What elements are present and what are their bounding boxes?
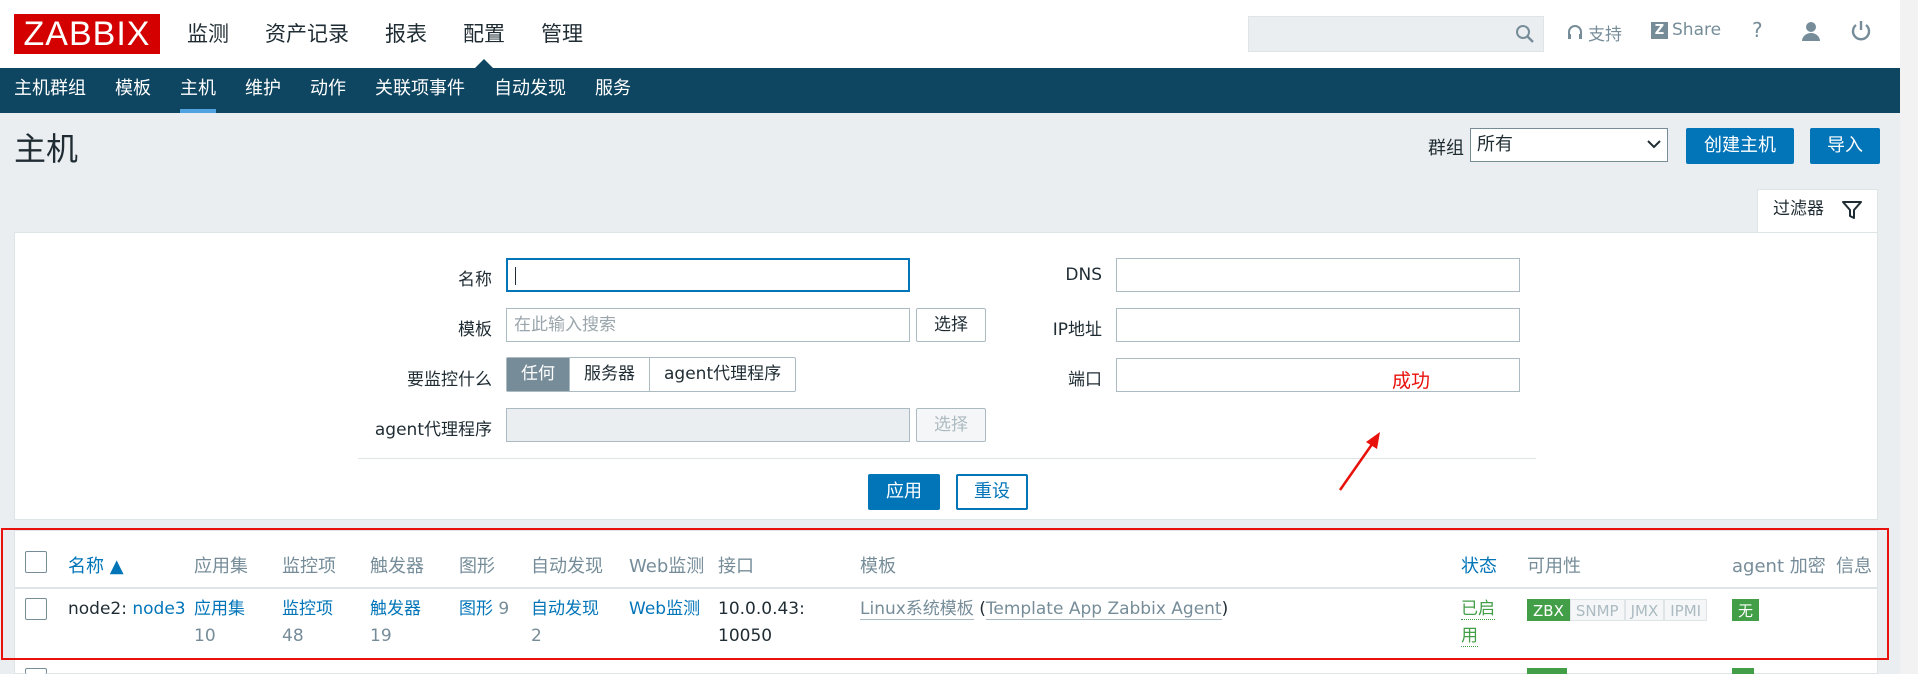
submenu-actions[interactable]: 动作 (310, 68, 346, 113)
filter-port-input[interactable] (1116, 358, 1520, 392)
filter-port-label: 端口 (1068, 370, 1102, 390)
filter-template-input[interactable]: 在此输入搜索 (506, 308, 910, 342)
highlight-box (1, 528, 1889, 660)
submenu-host-groups[interactable]: 主机群组 (14, 68, 86, 113)
menu-configuration[interactable]: 配置 (463, 0, 505, 68)
monitored-by-any[interactable]: 任何 (507, 358, 570, 391)
support-label: 支持 (1588, 25, 1622, 45)
filter-ip-input[interactable] (1116, 308, 1520, 342)
submenu-templates[interactable]: 模板 (115, 68, 151, 113)
page-scrollbar[interactable] (1900, 0, 1918, 674)
filter-panel (14, 232, 1878, 520)
template-select-button[interactable]: 选择 (916, 308, 986, 342)
sub-menu: 主机群组 模板 主机 维护 动作 关联项事件 自动发现 服务 (0, 68, 1918, 113)
help-icon[interactable]: ? (1752, 18, 1763, 42)
page-title: 主机 (14, 130, 79, 168)
filter-reset-button[interactable]: 重设 (956, 474, 1028, 510)
zabbix-logo[interactable]: ZABBIX (14, 14, 160, 54)
filter-dns-label: DNS (1065, 265, 1102, 285)
submenu-maintenance[interactable]: 维护 (245, 68, 281, 113)
filter-dns-input[interactable] (1116, 258, 1520, 292)
filter-icon (1842, 201, 1862, 219)
availability-zbx-badge (1527, 668, 1567, 674)
group-select-value: 所有 (1477, 134, 1513, 155)
filter-name-label: 名称 (458, 270, 492, 290)
filter-monitored-by-label: 要监控什么 (407, 370, 492, 390)
filter-ip-label: IP地址 (1052, 320, 1102, 340)
filter-name-input[interactable] (506, 258, 910, 292)
monitored-by-segmented: 任何 服务器 agent代理程序 (506, 357, 797, 392)
annotation-arrow (1338, 432, 1380, 491)
filter-tab[interactable]: 过滤器 (1757, 189, 1878, 233)
menu-administration[interactable]: 管理 (541, 0, 583, 68)
share-link[interactable]: Z Share (1651, 20, 1721, 40)
group-select[interactable]: 所有 (1470, 128, 1668, 162)
text-cursor (515, 267, 516, 285)
encryption-none-badge (1732, 668, 1754, 674)
support-link[interactable]: 支持 (1566, 20, 1622, 45)
filter-tab-label: 过滤器 (1773, 199, 1824, 219)
proxy-select-button: 选择 (916, 408, 986, 442)
monitored-by-server[interactable]: 服务器 (570, 358, 650, 391)
submenu-event-correlation[interactable]: 关联项事件 (375, 68, 465, 113)
submenu-hosts[interactable]: 主机 (180, 68, 216, 113)
top-header: ZABBIX 监测 资产记录 报表 配置 管理 支持 Z Share ? (0, 0, 1918, 68)
chevron-down-icon (1647, 140, 1661, 149)
search-icon[interactable] (1515, 24, 1535, 44)
import-button[interactable]: 导入 (1810, 128, 1880, 164)
filter-proxy-input (506, 408, 910, 442)
create-host-button[interactable]: 创建主机 (1686, 128, 1794, 164)
menu-reports[interactable]: 报表 (385, 0, 427, 68)
headset-icon (1568, 24, 1582, 39)
submenu-services[interactable]: 服务 (595, 68, 631, 113)
submenu-discovery[interactable]: 自动发现 (494, 68, 566, 113)
menu-monitoring[interactable]: 监测 (187, 0, 229, 68)
share-label: Share (1672, 20, 1722, 40)
share-icon: Z (1651, 21, 1668, 39)
filter-template-label: 模板 (458, 320, 492, 340)
main-menu: 监测 资产记录 报表 配置 管理 (187, 0, 619, 68)
global-search-input[interactable] (1248, 16, 1544, 52)
filter-apply-button[interactable]: 应用 (868, 474, 940, 510)
sign-out-icon[interactable] (1850, 20, 1872, 42)
annotation-text: 成功 (1392, 370, 1431, 392)
group-label: 群组 (1428, 138, 1464, 159)
user-profile-icon[interactable] (1800, 20, 1822, 42)
row-checkbox[interactable] (25, 668, 47, 674)
monitored-by-proxy[interactable]: agent代理程序 (650, 358, 795, 391)
filter-proxy-label: agent代理程序 (374, 420, 492, 440)
menu-inventory[interactable]: 资产记录 (265, 0, 349, 68)
